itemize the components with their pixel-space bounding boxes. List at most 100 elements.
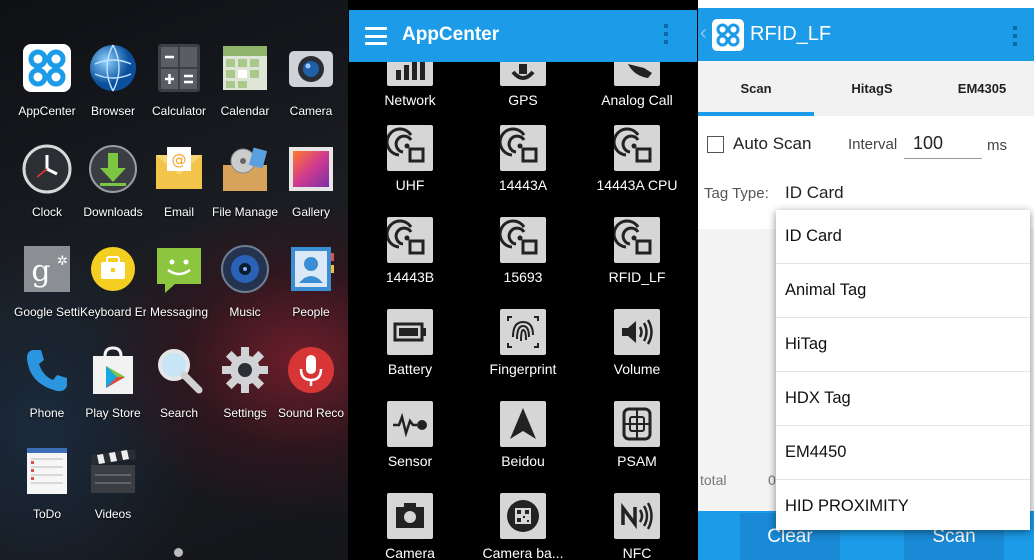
appcenter-screen: Network GPS Analog Call UHF 14443A 14443… [349,0,697,560]
app-email[interactable]: @ Email [146,143,212,219]
app-browser[interactable]: Browser [80,42,146,118]
active-tab-indicator [698,112,814,116]
tile-label: Beidou [501,453,545,469]
app-videos[interactable]: Videos [80,445,146,521]
dropdown-option[interactable]: ID Card [776,210,1030,264]
overflow-menu-icon[interactable] [663,24,669,50]
tile-sensor[interactable]: Sensor [352,401,468,469]
app-label: Google Setti [14,305,80,319]
tile-volume[interactable]: Volume [579,309,695,377]
tile-battery[interactable]: Battery [352,309,468,377]
app-label: AppCenter [18,104,76,118]
app-label: Keyboard Er [80,305,146,319]
dropdown-option[interactable]: Animal Tag [776,264,1030,318]
interval-unit: ms [987,137,1007,154]
app-downloads[interactable]: Downloads [80,143,146,219]
camera-icon [387,493,433,539]
calculator-icon [153,42,205,94]
app-phone[interactable]: Phone [14,344,80,420]
app-label: Browser [90,104,135,118]
app-label: Music [229,305,261,319]
page-indicator-dot [174,548,183,557]
svg-text:g: g [31,254,50,289]
app-calendar[interactable]: Calendar [212,42,278,118]
tile-14443a-cpu[interactable]: 14443A CPU [579,125,695,193]
tab-scan[interactable]: Scan [698,61,814,116]
tag-type-dropdown: ID Card Animal Tag HiTag HDX Tag EM4450 … [776,210,1030,530]
tile-rfid-lf[interactable]: RFID_LF [579,217,695,285]
calendar-icon [219,42,271,94]
tile-label: Analog Call [601,92,673,108]
rfid-icon [498,125,546,171]
app-appcenter[interactable]: AppCenter [14,42,80,118]
app-play-store[interactable]: Play Store [80,344,146,420]
tile-14443a[interactable]: 14443A [465,125,581,193]
app-sound-recorder[interactable]: Sound Reco [278,344,344,420]
app-label: Downloads [83,205,143,219]
nfc-icon [614,493,660,539]
tile-camera-barcode[interactable]: Camera ba... [465,493,581,560]
app-keyboard[interactable]: Keyboard Er [80,243,146,319]
microphone-icon [285,344,337,396]
app-camera[interactable]: Camera [278,42,344,118]
sim-card-icon [614,401,660,447]
dropdown-option[interactable]: HDX Tag [776,372,1030,426]
app-gallery[interactable]: Gallery [278,143,344,219]
app-calculator[interactable]: Calculator [146,42,212,118]
tile-label: GPS [508,92,538,108]
back-arrow-icon[interactable]: ‹ [700,22,707,45]
app-search[interactable]: Search [146,344,212,420]
dropdown-option[interactable]: HID PROXIMITY [776,480,1030,533]
tile-beidou[interactable]: Beidou [465,401,581,469]
tab-hitags[interactable]: HitagS [814,61,930,116]
app-label: Sound Reco [278,406,344,420]
tile-uhf[interactable]: UHF [352,125,468,193]
tag-type-select[interactable]: ID Card [785,183,844,203]
app-messaging[interactable]: Messaging [146,243,212,319]
tile-label: Network [384,92,436,108]
tab-bar: Scan HitagS EM4305 [698,61,1034,116]
app-people[interactable]: People [278,243,344,319]
tile-label: Sensor [387,453,433,469]
app-label: File Manage [212,205,278,219]
app-clock[interactable]: Clock [14,143,80,219]
app-bar: ‹ RFID_LF [698,8,1034,61]
menu-icon[interactable] [365,27,387,45]
tag-type-label: Tag Type: [704,185,769,202]
app-settings[interactable]: Settings [212,344,278,420]
gallery-icon [285,143,337,195]
tile-nfc[interactable]: NFC [579,493,695,560]
search-icon [153,344,205,396]
tab-em4305[interactable]: EM4305 [930,61,1034,116]
app-file-manager[interactable]: File Manage [212,143,278,219]
dropdown-option[interactable]: HiTag [776,318,1030,372]
auto-scan-checkbox[interactable] [707,136,724,153]
tile-psam[interactable]: PSAM [579,401,695,469]
navigation-arrow-icon [500,401,546,447]
tile-label: Camera ba... [482,545,564,560]
tile-camera[interactable]: Camera [352,493,468,560]
interval-input[interactable]: 100 [913,133,943,154]
interval-label: Interval [848,136,898,153]
overflow-menu-icon[interactable] [1012,26,1018,52]
tile-label: 14443A CPU [596,177,678,193]
clapperboard-icon [87,445,139,497]
app-todo[interactable]: ToDo [14,445,80,521]
app-label: Camera [289,104,333,118]
app-label: Videos [94,507,132,521]
barcode-camera-icon [500,493,546,539]
tile-fingerprint[interactable]: Fingerprint [465,309,581,377]
tile-label: 15693 [503,269,543,285]
dropdown-option[interactable]: EM4450 [776,426,1030,480]
appcenter-icon [21,42,73,94]
messaging-icon [153,243,205,295]
fingerprint-icon [500,309,546,355]
globe-icon [87,42,139,94]
app-music[interactable]: Music [212,243,278,319]
tile-15693[interactable]: 15693 [465,217,581,285]
tile-label: Battery [387,361,433,377]
app-label: Calculator [151,104,207,118]
app-google-settings[interactable]: g ✲ Google Setti [14,243,80,319]
tile-14443b[interactable]: 14443B [352,217,468,285]
svg-text:@: @ [172,151,187,169]
